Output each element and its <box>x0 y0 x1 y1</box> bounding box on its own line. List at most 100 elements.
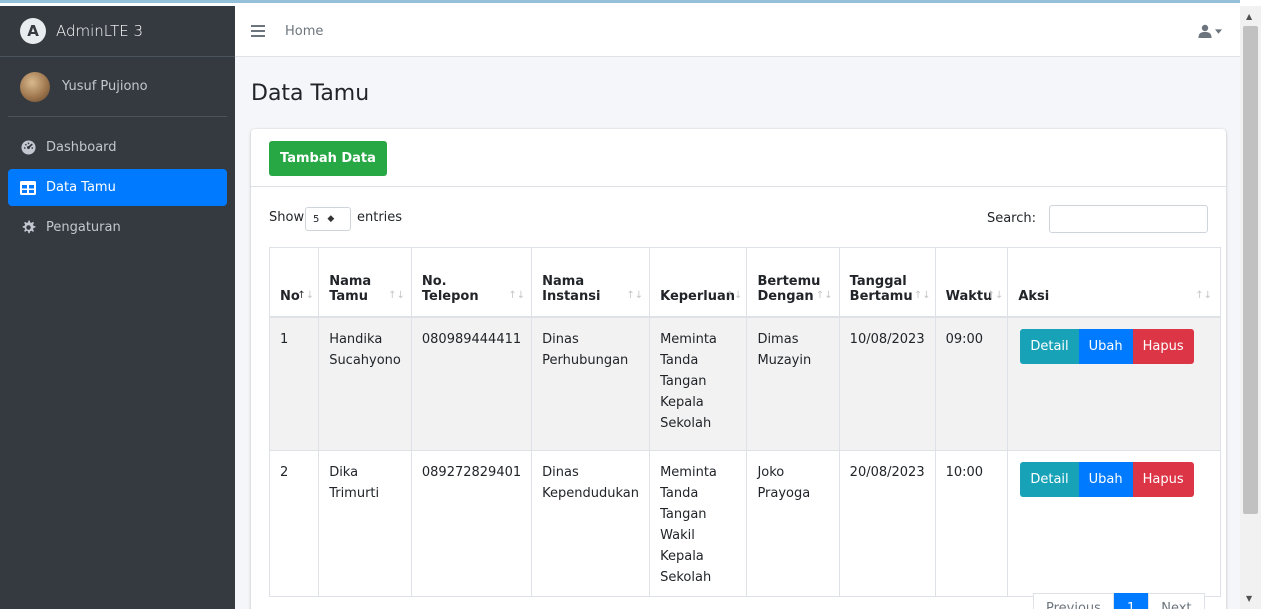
table-row: 2 Dika Trimurti 089272829401 Dinas Kependu… <box>268 450 1221 597</box>
cell-text: Trimurti <box>329 486 380 501</box>
brand-link[interactable]: A AdminLTE 3 <box>0 6 235 57</box>
action-button-group: Detail Ubah Hapus <box>1020 328 1210 364</box>
edit-button[interactable]: Ubah <box>1078 328 1133 364</box>
pagination-previous[interactable]: Previous <box>1033 593 1114 609</box>
sidebar-nav: Dashboard Data Tamu Pengaturan <box>0 129 235 246</box>
cell-text: Joko <box>757 465 785 480</box>
column-header-keperluan[interactable]: Keperluan ↑↓ <box>649 247 748 318</box>
cell-text: Sekolah <box>660 415 712 431</box>
pagination-page-1[interactable]: 1 <box>1113 593 1149 609</box>
cell-instansi: Dinas Kependudukan <box>531 450 651 597</box>
edit-button[interactable]: Ubah <box>1078 462 1133 497</box>
sidebar-item-label: Data Tamu <box>46 180 116 195</box>
top-accent-line <box>0 0 1240 3</box>
cell-aksi: Detail Ubah Hapus <box>1007 450 1221 597</box>
cell-telepon: 080989444411 <box>410 316 533 451</box>
user-avatar <box>20 71 50 102</box>
column-header-bertemu[interactable]: Bertemu Dengan ↑↓ <box>746 247 840 318</box>
card-header: Tambah Data <box>251 129 1226 187</box>
home-link[interactable]: Home <box>285 24 323 39</box>
show-label: Show <box>269 210 305 225</box>
scroll-up-icon[interactable]: ▲ <box>1246 12 1252 21</box>
sidebar-item-pengaturan[interactable]: Pengaturan <box>8 209 227 246</box>
top-navbar: Home <box>235 6 1240 57</box>
cell-keperluan: Meminta Tanda Tangan Wakil Kepala Sekolah <box>649 450 748 597</box>
column-header-aksi[interactable]: Aksi ↑↓ <box>1007 247 1221 318</box>
scrollbar-thumb[interactable] <box>1243 26 1258 514</box>
search-input[interactable] <box>1049 205 1208 233</box>
column-header-label: Aksi <box>1018 288 1050 304</box>
user-icon <box>1198 24 1212 38</box>
column-header-waktu[interactable]: Waktu ↑↓ <box>934 247 1009 318</box>
data-card: Tambah Data Show 5 ◆ entries Search: No ↑… <box>251 129 1226 609</box>
add-data-button[interactable]: Tambah Data <box>269 141 387 176</box>
detail-button[interactable]: Detail <box>1020 462 1079 497</box>
column-header-label: Keperluan <box>660 288 736 304</box>
entries-label: entries <box>357 210 403 225</box>
sort-icon: ↑↓ <box>508 289 526 301</box>
column-header-instansi[interactable]: Nama Instansi ↑↓ <box>531 247 651 318</box>
hamburger-icon[interactable] <box>251 22 265 41</box>
cell-text: Handika <box>329 331 383 347</box>
cell-text: Dinas <box>542 331 579 347</box>
column-header-tanggal[interactable]: Tanggal Bertamu ↑↓ <box>838 247 936 318</box>
column-header-label: Instansi <box>542 288 601 304</box>
action-button-group: Detail Ubah Hapus <box>1020 462 1210 497</box>
cell-text: Tanda <box>660 352 699 368</box>
entries-select[interactable]: 5 ◆ <box>305 207 351 231</box>
delete-button[interactable]: Hapus <box>1132 462 1194 497</box>
cell-no: 1 <box>268 316 320 451</box>
sidebar-item-dashboard[interactable]: Dashboard <box>8 129 227 166</box>
column-header-label: Tanggal <box>849 273 907 289</box>
cell-waktu: 09:00 <box>934 316 1009 451</box>
cell-text: Perhubungan <box>542 352 629 368</box>
column-header-label: Dengan <box>757 288 814 304</box>
delete-button[interactable]: Hapus <box>1132 328 1194 364</box>
column-header-label: Waktu <box>945 288 993 304</box>
cell-nama-tamu: Handika Sucahyono <box>318 316 412 451</box>
sidebar-item-data-tamu[interactable]: Data Tamu <box>8 169 227 206</box>
cell-text: Dika <box>329 465 359 480</box>
column-header-no[interactable]: No ↑↓ <box>268 247 320 318</box>
cell-aksi: Detail Ubah Hapus <box>1007 316 1221 451</box>
cell-text: Muzayin <box>757 352 812 368</box>
cell-text: Prayoga <box>757 486 811 501</box>
sort-icon: ↑↓ <box>815 289 833 301</box>
sort-icon: ↑↓ <box>725 289 743 301</box>
page-title: Data Tamu <box>251 81 370 106</box>
cell-text: Meminta <box>660 465 717 480</box>
cell-text: Sucahyono <box>329 352 401 368</box>
detail-button[interactable]: Detail <box>1020 328 1079 364</box>
table-row: 1 Handika Sucahyono 080989444411 Dinas Per… <box>268 316 1221 451</box>
cell-text: Dimas <box>757 331 799 347</box>
column-header-telepon[interactable]: No. Telepon ↑↓ <box>410 247 533 318</box>
column-header-label: Telepon <box>421 288 479 304</box>
cell-text: Dinas <box>542 465 579 480</box>
cell-text: Tangan Wakil <box>660 507 707 543</box>
pagination-next[interactable]: Next <box>1148 593 1205 609</box>
cell-instansi: Dinas Perhubungan <box>531 316 651 451</box>
cell-keperluan: Meminta Tanda Tangan Kepala Sekolah <box>649 316 748 451</box>
column-header-nama-tamu[interactable]: Nama Tamu ↑↓ <box>318 247 412 318</box>
scroll-down-icon[interactable]: ▼ <box>1246 594 1252 603</box>
dashboard-gauge-icon <box>20 140 36 156</box>
content-wrapper: Data Tamu Tambah Data Show 5 ◆ entries S… <box>235 57 1240 609</box>
cell-waktu: 10:00 <box>934 450 1009 597</box>
sort-icon: ↑↓ <box>986 289 1004 301</box>
sort-icon: ↑↓ <box>913 289 931 301</box>
gear-icon <box>20 220 36 236</box>
cell-text: Kepala <box>660 549 704 564</box>
user-dropdown[interactable] <box>1198 24 1222 38</box>
select-arrows-icon: ◆ <box>327 214 335 224</box>
sidebar-item-label: Pengaturan <box>46 220 121 235</box>
cell-text: Tangan <box>660 373 707 389</box>
caret-down-icon <box>1215 28 1222 34</box>
cell-text: Meminta <box>660 331 717 347</box>
sidebar-item-label: Dashboard <box>46 140 117 155</box>
cell-text: Kepala <box>660 394 704 410</box>
brand-logo-icon: A <box>20 18 46 44</box>
sort-icon: ↑↓ <box>1195 289 1212 301</box>
column-header-label: No. <box>421 273 447 289</box>
user-panel[interactable]: Yusuf Pujiono <box>8 57 227 117</box>
page-scrollbar[interactable]: ▲ ▼ <box>1240 6 1261 609</box>
